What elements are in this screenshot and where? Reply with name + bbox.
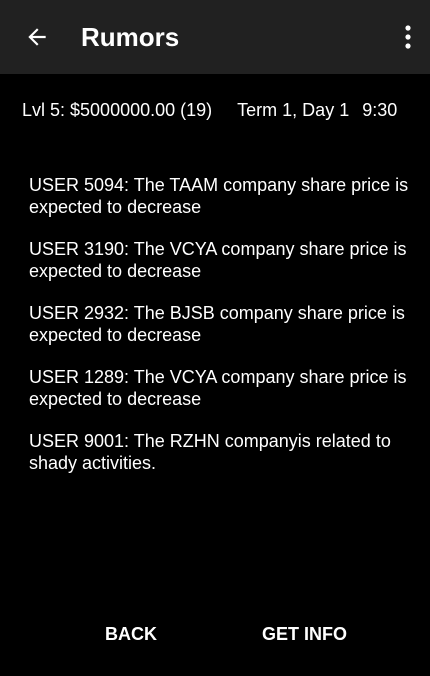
rumor-list: USER 5094: The TAAM company share price … [29,174,409,494]
rumor-item: USER 1289: The VCYA company share price … [29,367,407,409]
term-day-text: Term 1, Day 1 [237,100,350,120]
status-bar: Lvl 5: $5000000.00 (19) Term 1, Day 1 9:… [22,98,422,122]
rumor-item: USER 9001: The RZHN companyis related to… [29,431,391,473]
app-toolbar: Rumors [0,0,430,74]
rumor-item: USER 3190: The VCYA company share price … [29,239,407,281]
rumors-screen: Rumors Lvl 5: $5000000.00 (19) Term 1, D… [0,0,430,676]
get-info-button[interactable]: GET INFO [262,618,347,650]
rumor-item: USER 5094: The TAAM company share price … [29,175,409,217]
rumor-item: USER 2932: The BJSB company share price … [29,303,405,345]
back-arrow-icon[interactable] [22,22,52,52]
time-text: 9:30 [362,100,398,120]
page-title: Rumors [81,22,180,52]
level-balance-text: Lvl 5: $5000000.00 (19) [22,100,213,120]
back-button[interactable]: BACK [105,618,157,650]
more-options-icon[interactable] [398,20,418,54]
